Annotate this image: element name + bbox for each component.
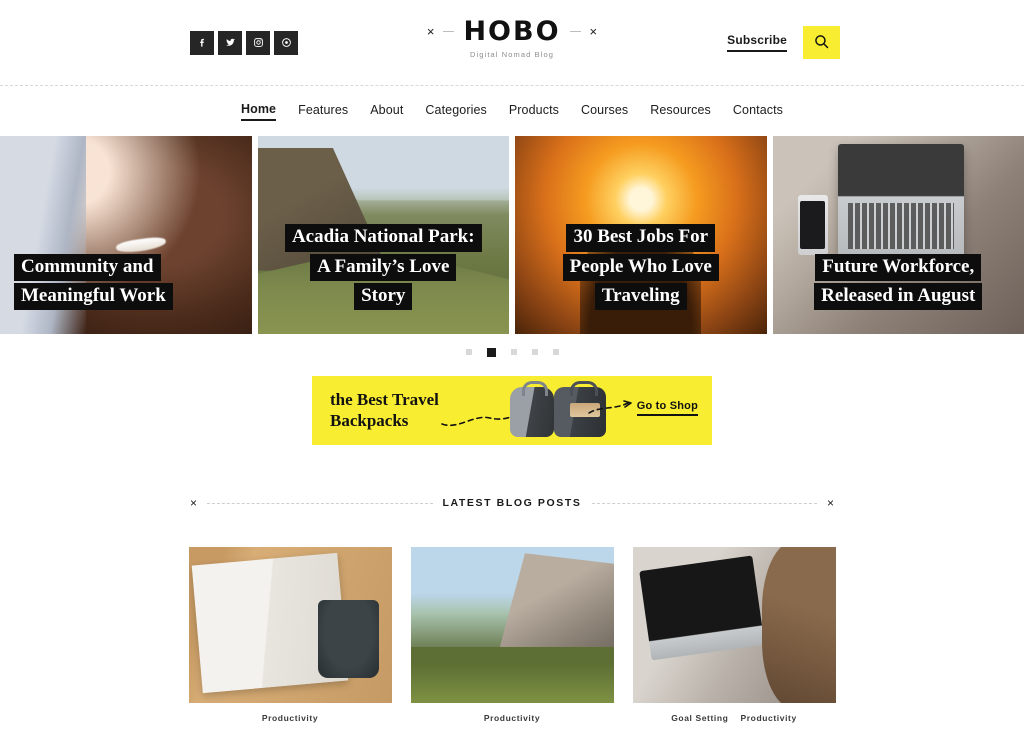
post-category-link[interactable]: Productivity bbox=[262, 713, 318, 723]
slider-dot-1[interactable] bbox=[465, 349, 472, 355]
search-icon bbox=[813, 33, 830, 53]
post-category-link[interactable]: Goal Setting bbox=[671, 713, 728, 723]
twitter-icon[interactable] bbox=[218, 30, 242, 55]
instagram-icon[interactable] bbox=[246, 30, 270, 55]
slide-title-line: Meaningful Work bbox=[14, 282, 173, 310]
slider-dot-2[interactable] bbox=[486, 347, 496, 357]
nav-item-home[interactable]: Home bbox=[240, 102, 277, 121]
latest-posts-grid: Productivity Productivity Goal Setting P… bbox=[0, 547, 1024, 723]
post-card[interactable]: Goal Setting Productivity bbox=[632, 547, 836, 723]
promo-banner[interactable]: the Best Travel Backpacks Go to Shop bbox=[312, 376, 712, 445]
post-card[interactable]: Productivity bbox=[188, 547, 392, 723]
logo-dash-left bbox=[443, 31, 455, 32]
promo-banner-wrap: the Best Travel Backpacks Go to Shop bbox=[0, 370, 1024, 445]
nav-item-resources[interactable]: Resources bbox=[650, 103, 711, 120]
header-actions: Subscribe bbox=[727, 26, 840, 59]
logo-ornament-right: × bbox=[589, 24, 598, 39]
main-navigation: Home Features About Categories Products … bbox=[0, 86, 1024, 136]
nav-item-about[interactable]: About bbox=[370, 103, 403, 120]
promo-title-line: Backpacks bbox=[330, 410, 409, 430]
pinterest-icon[interactable] bbox=[274, 30, 298, 55]
slide-title-line: People Who Love bbox=[562, 253, 719, 281]
go-to-shop-link[interactable]: Go to Shop bbox=[636, 400, 698, 416]
slide-caption: Community and Meaningful Work bbox=[14, 253, 238, 310]
nav-item-categories[interactable]: Categories bbox=[425, 103, 486, 120]
subscribe-link[interactable]: Subscribe bbox=[727, 33, 787, 52]
slide-title-line: Community and bbox=[14, 253, 161, 281]
post-categories: Productivity bbox=[189, 713, 392, 723]
nav-item-contacts[interactable]: Contacts bbox=[733, 103, 783, 120]
slide-future-workforce[interactable]: Future Workforce, Released in August bbox=[772, 136, 1024, 334]
heading-ornament-left: × bbox=[190, 496, 198, 510]
social-links bbox=[190, 30, 298, 55]
featured-slider: Community and Meaningful Work Acadia Nat… bbox=[0, 136, 1024, 334]
slide-acadia[interactable]: Acadia National Park: A Family’s Love St… bbox=[257, 136, 510, 334]
open-book-and-coffee-mug-image[interactable] bbox=[188, 547, 392, 703]
slide-title-line: Story bbox=[354, 282, 413, 310]
slider-pagination bbox=[0, 334, 1024, 370]
logo-ornament-left: × bbox=[426, 24, 435, 39]
post-categories: Productivity bbox=[411, 713, 614, 723]
search-button[interactable] bbox=[803, 26, 840, 59]
post-card[interactable]: Productivity bbox=[410, 547, 614, 723]
slider-dot-4[interactable] bbox=[531, 349, 538, 355]
slide-community[interactable]: Community and Meaningful Work bbox=[0, 136, 252, 334]
slide-best-jobs[interactable]: 30 Best Jobs For People Who Love Traveli… bbox=[515, 136, 767, 334]
heading-rule-right bbox=[591, 502, 817, 504]
slide-title-line: Released in August bbox=[814, 282, 983, 310]
logo-tagline: Digital Nomad Blog bbox=[470, 50, 554, 59]
slide-title-line: Future Workforce, bbox=[815, 253, 982, 281]
grey-backpack-image bbox=[510, 381, 554, 437]
woman-typing-on-laptop-image[interactable] bbox=[632, 547, 836, 703]
nav-item-courses[interactable]: Courses bbox=[581, 103, 628, 120]
slider-dot-3[interactable] bbox=[510, 349, 517, 355]
facebook-icon[interactable] bbox=[190, 30, 214, 55]
promo-banner-title: the Best Travel Backpacks bbox=[330, 390, 448, 430]
heading-rule-left bbox=[207, 502, 433, 504]
logo-text[interactable]: HOBO bbox=[463, 18, 560, 45]
slide-caption: 30 Best Jobs For People Who Love Traveli… bbox=[515, 224, 767, 310]
latest-posts-heading: × LATEST BLOG POSTS × bbox=[0, 497, 1024, 509]
post-categories: Goal Setting Productivity bbox=[633, 713, 836, 723]
logo-dash-right bbox=[569, 31, 581, 32]
slide-title-line: A Family’s Love bbox=[310, 253, 457, 281]
nav-item-features[interactable]: Features bbox=[298, 103, 348, 120]
heading-ornament-right: × bbox=[827, 496, 835, 510]
post-category-link[interactable]: Productivity bbox=[484, 713, 540, 723]
slide-title-line: 30 Best Jobs For bbox=[566, 224, 716, 252]
promo-title-line: the Best Travel bbox=[330, 390, 439, 410]
yosemite-valley-pine-trees-image[interactable] bbox=[410, 547, 614, 703]
nav-item-products[interactable]: Products bbox=[509, 103, 559, 120]
post-category-link[interactable]: Productivity bbox=[740, 713, 796, 723]
site-logo: × HOBO × Digital Nomad Blog bbox=[0, 18, 1024, 59]
slider-dot-5[interactable] bbox=[552, 349, 559, 355]
slide-title-line: Traveling bbox=[594, 282, 687, 310]
slide-caption: Future Workforce, Released in August bbox=[773, 253, 1024, 310]
section-title: LATEST BLOG POSTS bbox=[442, 497, 582, 509]
site-header: × HOBO × Digital Nomad Blog Subscribe bbox=[0, 0, 1024, 85]
dotted-arrow-right-icon bbox=[588, 400, 632, 414]
slide-title-line: Acadia National Park: bbox=[284, 224, 482, 252]
slide-caption: Acadia National Park: A Family’s Love St… bbox=[258, 224, 510, 310]
